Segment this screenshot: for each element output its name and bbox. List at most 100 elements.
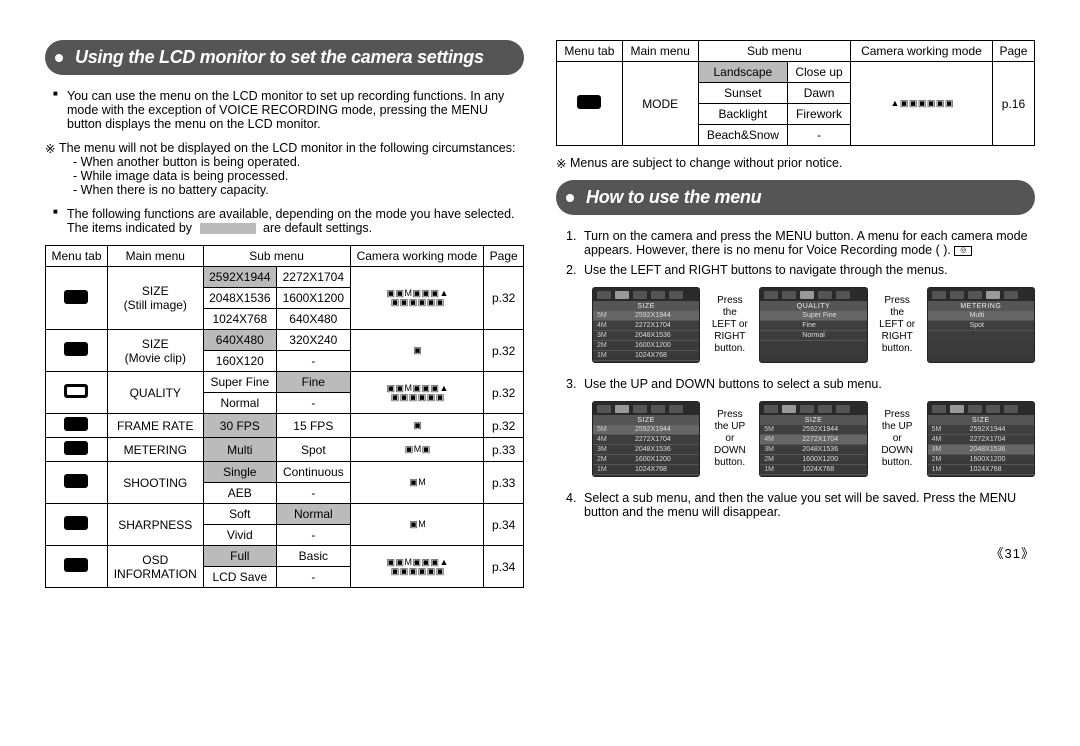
menutab-icon (46, 546, 108, 588)
cell: 2272X1704 (277, 267, 351, 288)
cell: Landscape (698, 62, 787, 83)
cell: 1600X1200 (277, 288, 351, 309)
cell-page: p.33 (484, 438, 524, 462)
menutab-icon (46, 414, 108, 438)
cam-title: METERING (928, 302, 1034, 311)
th-page: Page (484, 246, 524, 267)
row-size-still: SIZE (Still image) (107, 267, 203, 330)
cell: - (788, 125, 851, 146)
menutab-icon (46, 372, 108, 414)
menutab-icon (46, 330, 108, 372)
section-title-howto: How to use the menu (556, 180, 1035, 215)
mode-icons: ▣ M (350, 462, 484, 504)
th: Main menu (622, 41, 698, 62)
cell: AEB (203, 483, 277, 504)
step-1: Turn on the camera and press the MENU bu… (566, 229, 1035, 257)
menutab-icon (557, 62, 623, 146)
cam-screen-size: SIZE 5M2592X1944 4M2272X1704 3M2048X1536… (592, 287, 700, 363)
press-ud-label: Press the UP or DOWN button. (878, 409, 917, 469)
section-title-lcd: Using the LCD monitor to set the camera … (45, 40, 524, 75)
cell: 1024X768 (203, 309, 277, 330)
cam-title: SIZE (593, 302, 699, 311)
menutab-icon (46, 462, 108, 504)
cell: Continuous (277, 462, 351, 483)
functions-intro-b: are default settings. (263, 221, 372, 235)
th: Sub menu (698, 41, 850, 62)
cell: Single (203, 462, 277, 483)
cell: Full (203, 546, 277, 567)
cell-page: p.32 (484, 372, 524, 414)
cell: 640X480 (277, 309, 351, 330)
menu-notice: Menus are subject to change without prio… (556, 156, 1035, 170)
th: Menu tab (557, 41, 623, 62)
cell-page: p.34 (484, 546, 524, 588)
row-sharp: SHARPNESS (107, 504, 203, 546)
cell-page: p.34 (484, 504, 524, 546)
cell: Close up (788, 62, 851, 83)
cell: - (277, 525, 351, 546)
cell: 160X120 (203, 351, 277, 372)
cell: LCD Save (203, 567, 277, 588)
cell: Basic (277, 546, 351, 567)
cell: 640X480 (203, 330, 277, 351)
menutab-icon (46, 267, 108, 330)
cam-screen-size-b: SIZE 5M2592X1944 4M2272X1704 3M2048X1536… (759, 401, 867, 477)
cell: Firework (788, 104, 851, 125)
cell: 15 FPS (277, 414, 351, 438)
cell: Fine (277, 372, 351, 393)
cell: Soft (203, 504, 277, 525)
row-quality: QUALITY (107, 372, 203, 414)
mode-icons: ▣ ▣ M ▣ ▣ ▣ ▲▣ ▣ ▣ ▣ ▣ ▣ (350, 546, 484, 588)
th-main-menu: Main menu (107, 246, 203, 267)
cell: - (277, 567, 351, 588)
howto-steps-2: Use the UP and DOWN buttons to select a … (566, 377, 1035, 391)
intro-text: You can use the menu on the LCD monitor … (53, 89, 524, 131)
no-display-item: When there is no battery capacity. (73, 183, 524, 197)
mode-icons: ▣ ▣ M ▣ ▣ ▣ ▲▣ ▣ ▣ ▣ ▣ ▣ (350, 372, 484, 414)
cell-page: p.32 (484, 267, 524, 330)
row-frame: FRAME RATE (107, 414, 203, 438)
menutab-icon (46, 504, 108, 546)
cell-page: p.33 (484, 462, 524, 504)
mode-icons: ▲ ▣ ▣ ▣ ▣ ▣ ▣ (850, 62, 992, 146)
row-size-clip: SIZE (Movie clip) (107, 330, 203, 372)
row-shoot: SHOOTING (107, 462, 203, 504)
th-menu-tab: Menu tab (46, 246, 108, 267)
mode-icons: ▣ (350, 330, 484, 372)
th: Page (992, 41, 1034, 62)
cell: Beach&Snow (698, 125, 787, 146)
cell: Normal (277, 504, 351, 525)
cam-title: SIZE (760, 416, 866, 425)
cell: 30 FPS (203, 414, 277, 438)
cell: Vivid (203, 525, 277, 546)
cam-title: SIZE (928, 416, 1034, 425)
howto-steps: Turn on the camera and press the MENU bu… (566, 229, 1035, 277)
no-display-item: When another button is being operated. (73, 155, 524, 169)
mode-icons: ▣ (350, 414, 484, 438)
menutab-icon (46, 438, 108, 462)
cell: 320X240 (277, 330, 351, 351)
th-sub-menu: Sub menu (203, 246, 350, 267)
no-display-list: When another button is being operated. W… (73, 155, 524, 197)
press-lr-label: Press the LEFT or RIGHT button. (878, 295, 917, 355)
row-osd: OSD INFORMATION (107, 546, 203, 588)
row-meter: METERING (107, 438, 203, 462)
cell: Spot (277, 438, 351, 462)
cam-screen-size-c: SIZE 5M2592X1944 4M2272X1704 3M2048X1536… (927, 401, 1035, 477)
default-chip-icon (200, 223, 256, 234)
press-ud-label: Press the UP or DOWN button. (710, 409, 749, 469)
cam-title: SIZE (593, 416, 699, 425)
step-3: Use the UP and DOWN buttons to select a … (566, 377, 1035, 391)
cell: 2592X1944 (203, 267, 277, 288)
functions-intro: The following functions are available, d… (53, 207, 524, 235)
settings-table: Menu tab Main menu Sub menu Camera worki… (45, 245, 524, 588)
no-display-block: The menu will not be displayed on the LC… (45, 141, 524, 197)
th: Camera working mode (850, 41, 992, 62)
mode-icons: ▣ M (350, 504, 484, 546)
press-lr-label: Press the LEFT or RIGHT button. (710, 295, 749, 355)
cell: Dawn (788, 83, 851, 104)
cell: Backlight (698, 104, 787, 125)
cell: - (277, 393, 351, 414)
cam-title: QUALITY (760, 302, 866, 311)
cam-screen-size-a: SIZE 5M2592X1944 4M2272X1704 3M2048X1536… (592, 401, 700, 477)
